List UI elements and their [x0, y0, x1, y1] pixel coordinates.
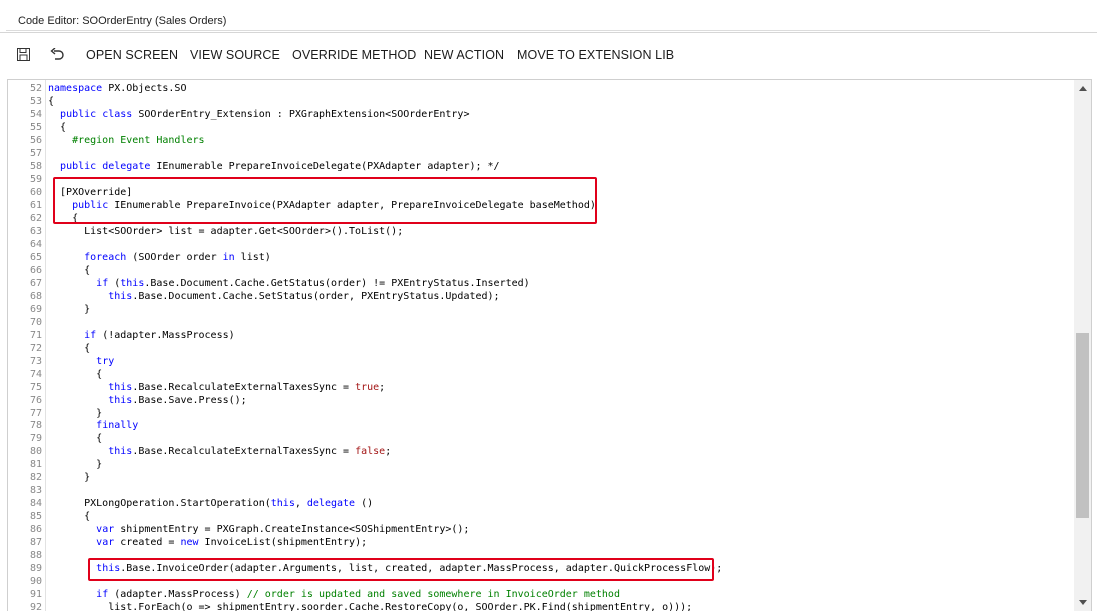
- scrollbar-thumb[interactable]: [1076, 333, 1089, 518]
- line-number: 76: [29, 394, 42, 406]
- line-number: 53: [29, 95, 42, 107]
- line-number: 75: [29, 381, 42, 393]
- view-source-button[interactable]: VIEW SOURCE: [190, 48, 280, 62]
- line-number: 90: [29, 576, 42, 588]
- move-to-extension-lib-button[interactable]: MOVE TO EXTENSION LIB: [517, 48, 674, 62]
- line-number: 58: [29, 160, 42, 172]
- override-method-button[interactable]: OVERRIDE METHOD: [292, 48, 416, 62]
- code-line: {: [48, 342, 91, 354]
- window-title-bar: Code Editor: SOOrderEntry (Sales Orders): [0, 0, 1097, 33]
- code-line: }: [48, 303, 91, 315]
- code-line: {: [48, 433, 103, 445]
- line-number: 68: [29, 290, 42, 302]
- line-number: 86: [29, 524, 42, 536]
- line-number: 70: [29, 316, 42, 328]
- code-line: finally: [96, 420, 139, 432]
- line-number: 55: [29, 121, 42, 133]
- line-number: 64: [29, 238, 42, 250]
- toolbar: OPEN SCREEN VIEW SOURCE OVERRIDE METHOD …: [0, 33, 1097, 79]
- code-line: list.ForEach(o => shipmentEntry.soorder.…: [48, 602, 693, 611]
- line-number: 71: [29, 329, 42, 341]
- highlight-box-override: [53, 177, 597, 224]
- line-number: 60: [29, 186, 42, 198]
- code-line: this.Base.RecalculateExternalTaxesSync =…: [108, 381, 386, 393]
- code-line: {: [48, 121, 67, 133]
- code-line: }: [48, 472, 91, 484]
- code-line: var shipmentEntry = PXGraph.CreateInstan…: [96, 524, 470, 536]
- code-line: try: [96, 355, 115, 367]
- code-line: }: [48, 459, 103, 471]
- line-number: 74: [29, 368, 42, 380]
- window-title: Code Editor: SOOrderEntry (Sales Orders): [18, 15, 227, 27]
- line-number: 88: [29, 550, 42, 562]
- line-number: 81: [29, 459, 42, 471]
- line-number: 65: [29, 251, 42, 263]
- line-number: 92: [29, 602, 42, 611]
- code-editor[interactable]: 52 53 54 55 56 57 58 59 60 61 62 63 64 65 66 67 68 69 70 71…: [7, 79, 1092, 611]
- gutter-divider: [45, 80, 46, 611]
- line-number: 61: [29, 199, 42, 211]
- code-line: if (this.Base.Document.Cache.GetStatus(o…: [96, 277, 530, 289]
- line-number: 83: [29, 485, 42, 497]
- line-number: 78: [29, 420, 42, 432]
- code-line: {: [48, 95, 55, 107]
- line-number: 84: [29, 498, 42, 510]
- line-number: 56: [29, 134, 42, 146]
- line-number: 85: [29, 511, 42, 523]
- save-icon[interactable]: [14, 45, 32, 63]
- line-number: 77: [29, 407, 42, 419]
- line-number: 52: [29, 83, 42, 94]
- line-number: 79: [29, 433, 42, 445]
- line-number: 57: [29, 147, 42, 159]
- open-screen-button[interactable]: OPEN SCREEN: [86, 48, 178, 62]
- line-number: 73: [29, 355, 42, 367]
- line-number: 62: [29, 212, 42, 224]
- code-line: {: [48, 511, 91, 523]
- code-line: PXLongOperation.StartOperation(this, del…: [48, 498, 374, 510]
- code-line: this.Base.Document.Cache.SetStatus(order…: [108, 290, 500, 302]
- code-line: var created = new InvoiceList(shipmentEn…: [96, 537, 368, 549]
- code-line: {: [48, 264, 91, 276]
- code-line: this.Base.RecalculateExternalTaxesSync =…: [108, 446, 392, 458]
- line-number: 82: [29, 472, 42, 484]
- line-number-gutter: 52 53 54 55 56 57 58 59 60 61 62 63 64 65 66 67 68 69 70 71…: [8, 80, 44, 611]
- line-number: 91: [29, 589, 42, 601]
- code-line: {: [48, 368, 103, 380]
- line-number: 54: [29, 108, 42, 120]
- line-number: 63: [29, 225, 42, 237]
- code-line: public delegate IEnumerable PrepareInvoi…: [60, 160, 500, 172]
- line-number: 67: [29, 277, 42, 289]
- highlight-box-invoice-order: [88, 558, 714, 581]
- code-line: }: [48, 407, 103, 419]
- line-number: 89: [29, 563, 42, 575]
- scroll-up-arrow-icon[interactable]: [1074, 80, 1091, 97]
- line-number: 66: [29, 264, 42, 276]
- line-number: 59: [29, 173, 42, 185]
- new-action-button[interactable]: NEW ACTION: [424, 48, 504, 62]
- code-line: if (!adapter.MassProcess): [84, 329, 235, 341]
- title-divider: [6, 30, 990, 31]
- line-number: 69: [29, 303, 42, 315]
- code-line: #region Event Handlers: [48, 134, 205, 146]
- line-number: 80: [29, 446, 42, 458]
- code-line: List<SOOrder> list = adapter.Get<SOOrder…: [48, 225, 404, 237]
- scroll-down-arrow-icon[interactable]: [1074, 594, 1091, 611]
- code-line: namespace PX.Objects.SO: [48, 83, 187, 94]
- code-line: this.Base.Save.Press();: [108, 394, 247, 406]
- undo-icon[interactable]: [48, 45, 66, 63]
- line-number: 87: [29, 537, 42, 549]
- line-number: 72: [29, 342, 42, 354]
- code-line: public class SOOrderEntry_Extension : PX…: [60, 108, 470, 120]
- vertical-scrollbar[interactable]: [1074, 80, 1091, 611]
- code-line: if (adapter.MassProcess) // order is upd…: [96, 589, 620, 601]
- code-line: foreach (SOOrder order in list): [84, 251, 271, 263]
